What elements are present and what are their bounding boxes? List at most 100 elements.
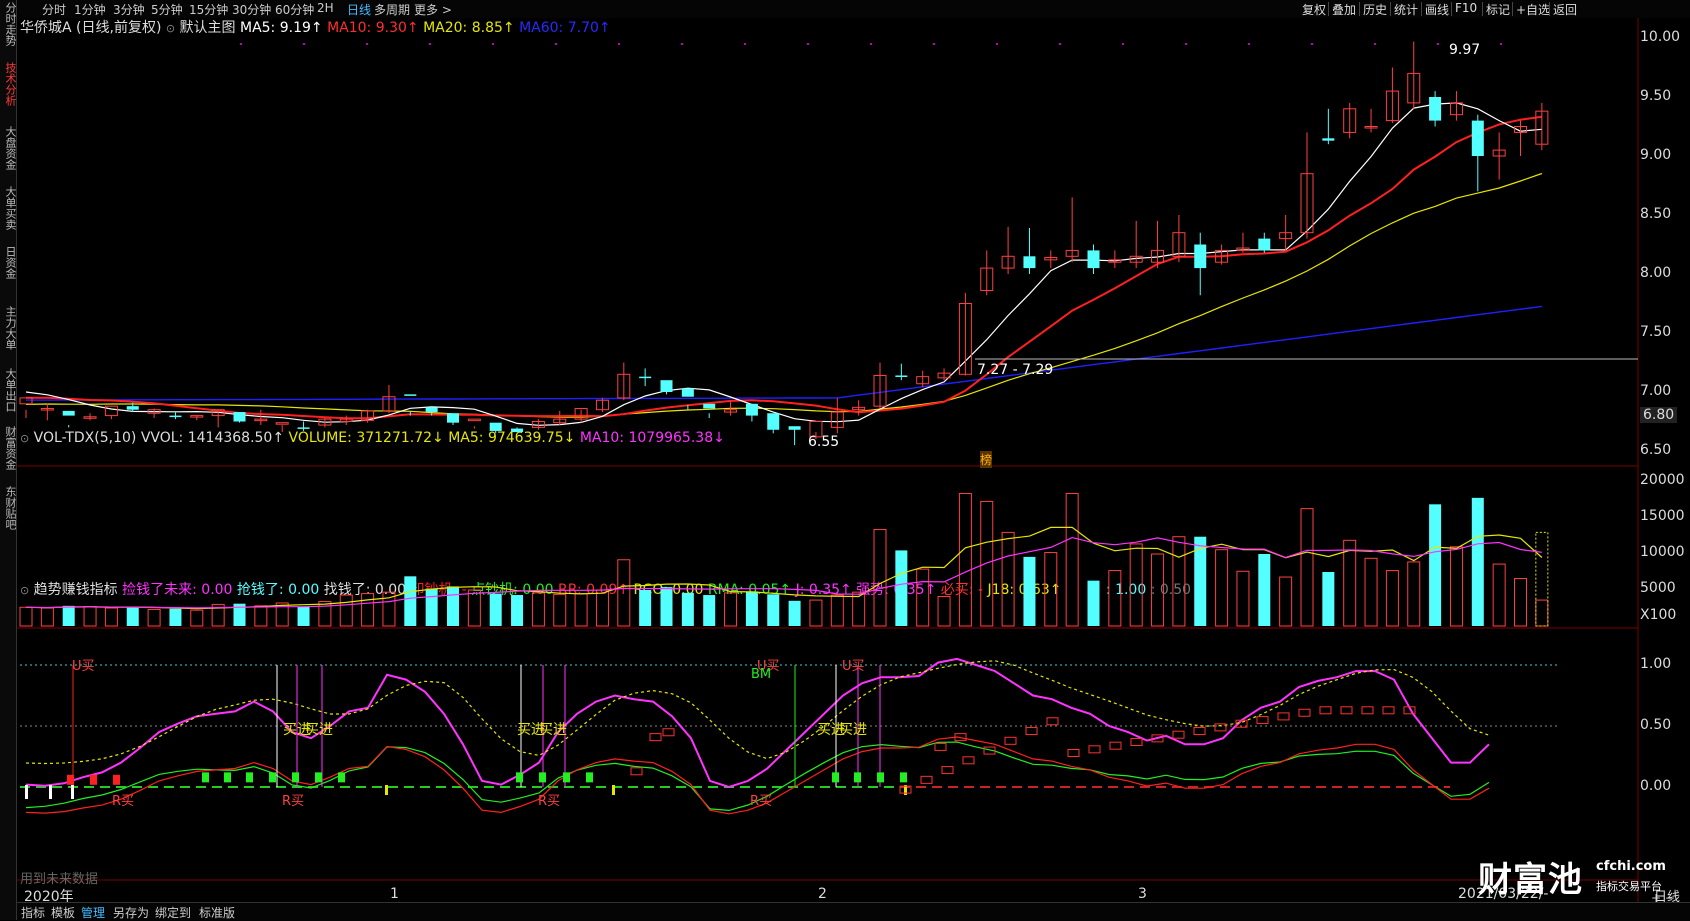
indicator-box <box>1193 727 1206 736</box>
volume-bar <box>531 592 545 627</box>
volume-bar <box>639 590 652 626</box>
top-dot <box>1374 43 1376 45</box>
signal-square <box>854 772 861 783</box>
indicator-tick-3: 0.00 <box>1640 778 1672 794</box>
top-dot <box>429 43 431 45</box>
volume-bar <box>19 606 33 627</box>
buy-in-label-6: 买进 <box>839 722 867 738</box>
volume-ma5-line <box>25 526 1543 610</box>
signal-square <box>516 772 523 783</box>
top-dot <box>1437 43 1439 45</box>
price-tick-6: 7.50 <box>1640 324 1672 340</box>
volume-bar <box>190 609 204 627</box>
chart-canvas[interactable] <box>0 0 1690 920</box>
buy-in-label-2: 买进 <box>305 722 333 738</box>
indicator-box <box>1109 741 1122 750</box>
volume-bar <box>404 576 417 626</box>
volume-bar <box>1129 543 1143 627</box>
price-tick-7: 7.00 <box>1640 383 1672 399</box>
volume-bar <box>1343 539 1357 627</box>
volume-bar <box>1236 570 1250 627</box>
r-buy-label-4: R买 <box>750 794 773 809</box>
volume-bar <box>40 607 54 627</box>
bottom-tab-bar: 指标 模板 管理 另存为 绑定到 标准版 + − <box>17 891 1690 921</box>
volume-bar <box>1492 563 1506 627</box>
bottom-tab-manage[interactable]: 管理 <box>81 904 105 921</box>
indicator-box <box>1025 727 1038 736</box>
volume-tick-5: X100 <box>1640 607 1677 623</box>
bm-label: BM <box>751 667 772 682</box>
range-label: 7.27 - 7.29 <box>977 362 1054 378</box>
price-tick-4: 8.50 <box>1640 206 1672 222</box>
candle-body <box>767 413 780 430</box>
candle-body <box>275 422 289 425</box>
candle-body <box>1087 250 1100 269</box>
volume-bar <box>297 606 310 626</box>
list-marker[interactable]: 榜 <box>980 451 993 468</box>
signal-square <box>224 772 231 783</box>
volume-bar <box>339 594 353 627</box>
price-tick-8: 6.80 <box>1640 406 1678 423</box>
indicator-box <box>1361 706 1374 715</box>
month-label-1: 1 <box>390 886 399 902</box>
volume-bar <box>1023 556 1036 626</box>
top-dot <box>996 43 998 45</box>
u-buy-label-1: U买 <box>72 659 95 674</box>
watermark-site: cfchi.com <box>1596 859 1666 874</box>
volume-bar <box>1279 576 1293 627</box>
candle-body <box>447 413 459 423</box>
volume-tick-1: 20000 <box>1640 472 1685 488</box>
watermark-logo: 财富池 <box>1478 860 1583 900</box>
volume-bar <box>467 589 481 627</box>
low-price-label: 6.55 <box>808 434 840 450</box>
signal-tick <box>25 785 28 799</box>
indicator-box <box>934 742 947 751</box>
bottom-tab-save-as[interactable]: 另存为 <box>113 904 149 921</box>
volume-bar <box>873 529 887 627</box>
signal-square <box>563 772 570 783</box>
candle-body <box>1023 256 1036 269</box>
volume-bar <box>1429 504 1442 626</box>
top-dot <box>933 43 935 45</box>
volume-bar <box>895 550 908 626</box>
candle-body <box>467 418 481 422</box>
bottom-tab-standard[interactable]: 标准版 <box>199 904 235 921</box>
volume-bar <box>830 594 844 627</box>
indicator-box <box>630 767 643 776</box>
volume-bar <box>916 568 930 627</box>
volume-bar <box>809 599 823 627</box>
r-buy-label-2: R买 <box>282 794 305 809</box>
volume-bar <box>1407 561 1421 627</box>
top-dot <box>1248 43 1250 45</box>
high-price-label: 9.97 <box>1449 42 1481 58</box>
candle-body <box>62 410 75 416</box>
volume-ma10-line <box>25 536 1542 609</box>
volume-bar <box>1215 549 1229 627</box>
volume-bar <box>958 493 972 627</box>
r-buy-label-3: R买 <box>538 794 561 809</box>
u-buy-label-3: U买 <box>842 659 865 674</box>
top-dot <box>1185 43 1187 45</box>
volume-bar <box>980 500 994 627</box>
candle-body <box>297 427 310 429</box>
period-label-bottom: 日线 <box>1654 890 1681 905</box>
indicator-box <box>1277 712 1290 721</box>
volume-bar <box>1535 599 1549 627</box>
signal-tick <box>71 785 74 799</box>
candle-body <box>1471 120 1484 156</box>
volume-bar <box>745 591 758 626</box>
candle-body <box>788 426 801 430</box>
volume-tick-2: 15000 <box>1640 508 1685 524</box>
volume-bar <box>595 589 609 627</box>
volume-tick-3: 10000 <box>1640 544 1685 560</box>
signal-square <box>832 772 839 783</box>
ma60-line <box>26 305 1542 401</box>
volume-bar <box>169 608 182 626</box>
signal-square <box>338 772 345 783</box>
bottom-tab-indicator[interactable]: 指标 <box>21 904 45 921</box>
bottom-tab-bind[interactable]: 绑定到 <box>155 904 191 921</box>
volume-bar <box>318 601 332 627</box>
signal-square-red <box>113 774 120 785</box>
candle-body <box>425 407 438 413</box>
bottom-tab-template[interactable]: 模板 <box>51 904 75 921</box>
